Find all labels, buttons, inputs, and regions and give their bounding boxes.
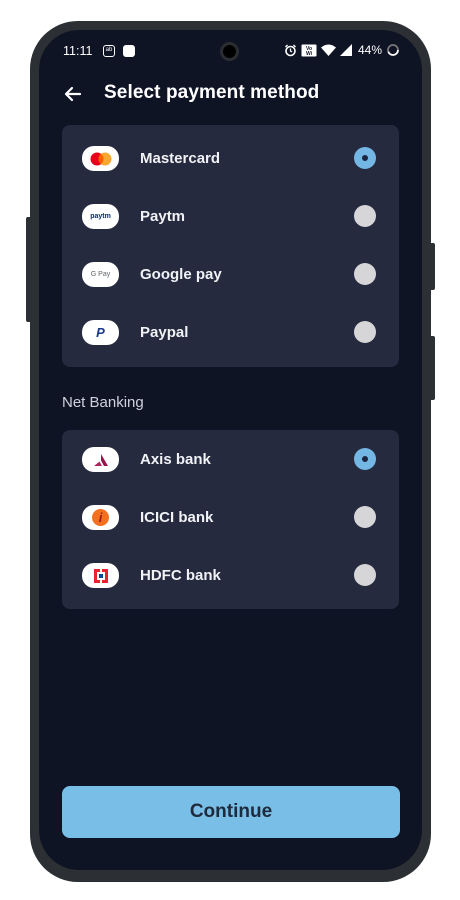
paytm-logo: paytm <box>82 204 119 229</box>
net-banking-card: Axis bank i ICICI bank HDFC bank <box>62 430 399 609</box>
payment-option-label: Google pay <box>140 266 222 283</box>
status-bar: 11:11 ab Vo Wi 44% <box>39 30 422 72</box>
back-button[interactable] <box>61 82 85 106</box>
radio-button-selected[interactable] <box>354 448 376 470</box>
bank-option-hdfc[interactable]: HDFC bank <box>62 546 399 604</box>
google-pay-logo-text: G Pay <box>90 271 111 278</box>
radio-button[interactable] <box>354 263 376 285</box>
payment-option-label: Mastercard <box>140 150 221 167</box>
payment-option-google-pay[interactable]: G Pay Google pay <box>62 245 399 303</box>
radio-button[interactable] <box>354 506 376 528</box>
paypal-logo: P <box>82 320 119 345</box>
notification-icon: ab <box>103 45 115 57</box>
continue-button[interactable]: Continue <box>62 786 400 838</box>
wifi-icon <box>320 44 336 56</box>
signal-icon <box>339 44 352 56</box>
icici-bank-logo: i <box>82 505 119 530</box>
payment-option-paytm[interactable]: paytm Paytm <box>62 187 399 245</box>
bank-option-label: HDFC bank <box>140 567 221 584</box>
radio-button[interactable] <box>354 205 376 227</box>
bank-option-label: Axis bank <box>140 451 211 468</box>
mastercard-logo <box>82 146 119 171</box>
arrow-left-icon <box>64 86 82 102</box>
payment-option-label: Paytm <box>140 208 186 225</box>
payment-methods-card: Mastercard paytm Paytm G Pay Google pay … <box>62 125 399 367</box>
radio-button[interactable] <box>354 564 376 586</box>
battery-percent: 44% <box>357 43 382 57</box>
app-header: Select payment method <box>39 76 422 110</box>
front-camera <box>220 42 239 61</box>
svg-text:Wi: Wi <box>306 51 313 57</box>
payment-option-mastercard[interactable]: Mastercard <box>62 129 399 187</box>
alarm-icon <box>284 44 296 56</box>
status-time: 11:11 <box>63 44 93 58</box>
radio-button-selected[interactable] <box>354 147 376 169</box>
icici-logo-text: i <box>92 509 109 526</box>
radio-button[interactable] <box>354 321 376 343</box>
app-screen: 11:11 ab Vo Wi 44% Select payment method… <box>39 30 422 870</box>
payment-option-label: Paypal <box>140 324 189 341</box>
hdfc-bank-logo <box>82 563 119 588</box>
paytm-logo-text: paytm <box>90 213 111 220</box>
image-icon <box>123 45 135 57</box>
google-pay-logo: G Pay <box>82 262 119 287</box>
axis-bank-logo <box>82 447 119 472</box>
battery-icon <box>387 44 399 56</box>
bank-option-label: ICICI bank <box>140 509 214 526</box>
bank-option-axis[interactable]: Axis bank <box>62 430 399 488</box>
net-banking-heading: Net Banking <box>62 394 144 411</box>
bank-option-icici[interactable]: i ICICI bank <box>62 488 399 546</box>
payment-option-paypal[interactable]: P Paypal <box>62 303 399 361</box>
page-title: Select payment method <box>104 82 320 103</box>
paypal-logo-text: P <box>96 325 105 340</box>
volte-icon: Vo Wi <box>301 44 317 57</box>
status-icons: Vo Wi 44% <box>284 43 400 57</box>
